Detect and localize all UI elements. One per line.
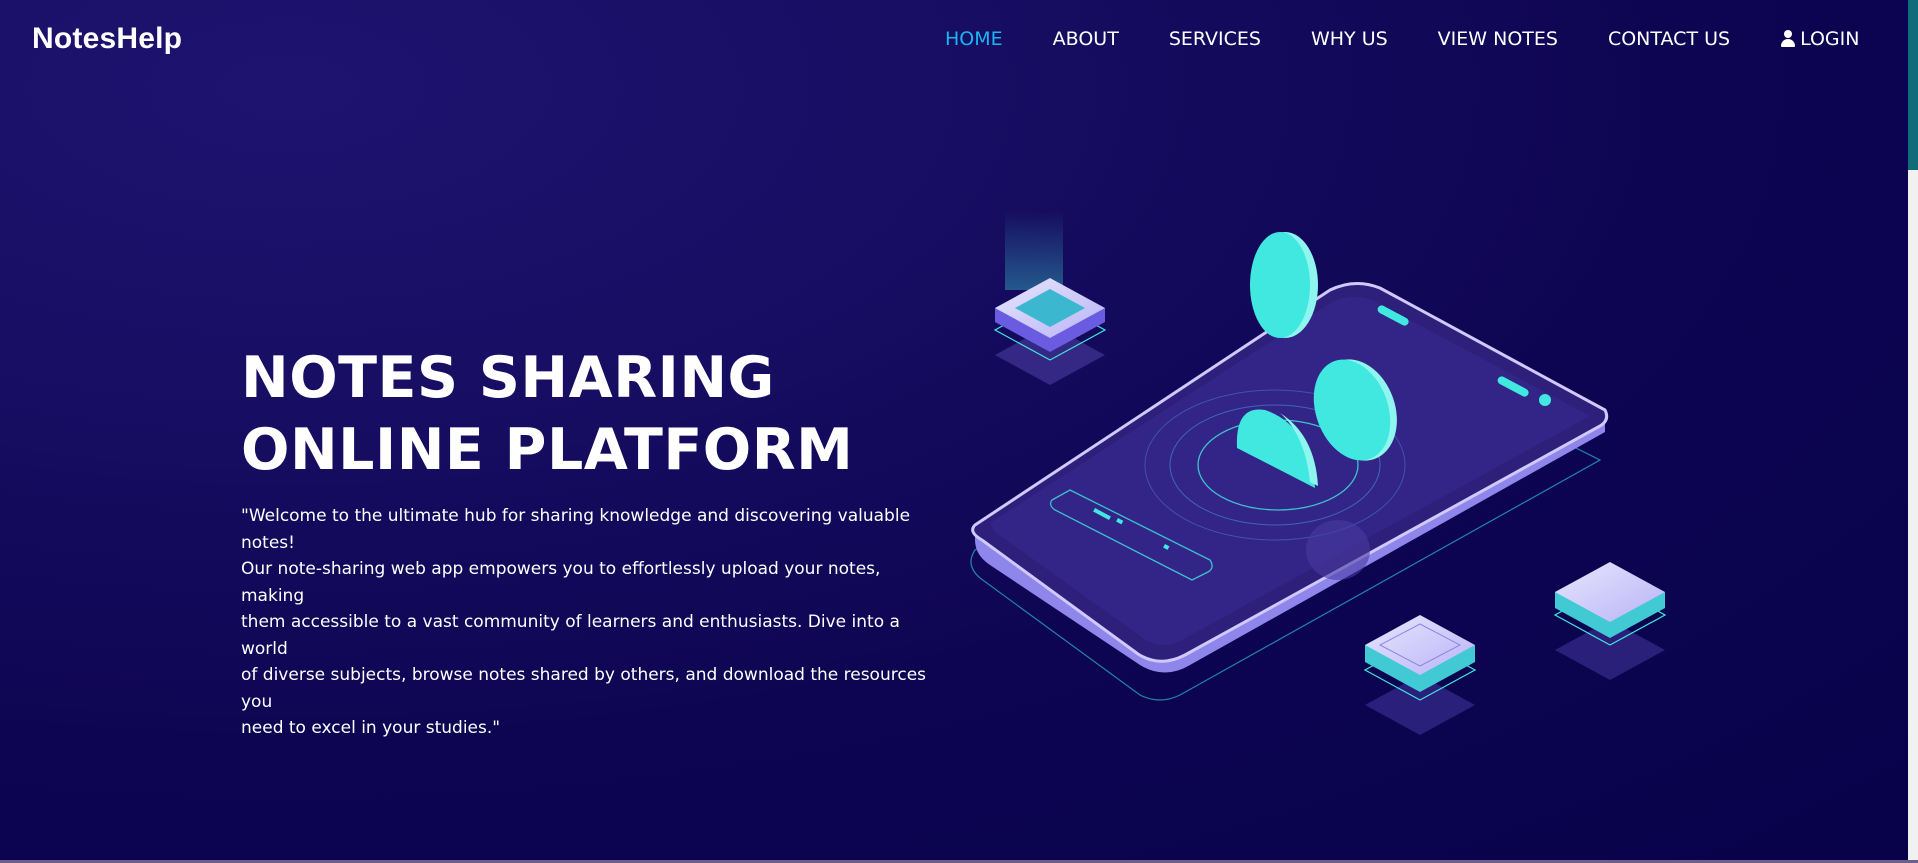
- nav-services[interactable]: SERVICES: [1169, 28, 1261, 50]
- floating-tile-middle: [1363, 615, 1477, 735]
- hero-description: "Welcome to the ultimate hub for sharing…: [241, 503, 941, 742]
- hero-description-line: Our note-sharing web app empowers you to…: [241, 559, 881, 606]
- nav-contact-us[interactable]: CONTACT US: [1608, 28, 1730, 50]
- floating-tile-right: [1553, 562, 1667, 680]
- brand-logo[interactable]: NotesHelp: [32, 22, 182, 56]
- page-scrollbar[interactable]: [1908, 0, 1918, 863]
- nav-about[interactable]: ABOUT: [1053, 28, 1119, 50]
- hero-description-line: need to excel in your studies.": [241, 718, 501, 738]
- hero-title: NOTES SHARING ONLINE PLATFORM: [241, 342, 881, 486]
- nav-why-us[interactable]: WHY US: [1311, 28, 1388, 50]
- page: NotesHelp HOME ABOUT SERVICES WHY US VIE…: [0, 0, 1908, 863]
- phone-indicator-dot: [1539, 394, 1551, 406]
- hero-title-line1: NOTES SHARING: [241, 345, 775, 411]
- coin-top: [1250, 232, 1310, 338]
- nav-login-label: LOGIN: [1800, 28, 1860, 50]
- hero-illustration: [970, 210, 1667, 735]
- light-beam: [1005, 210, 1063, 290]
- coin-shadow: [1306, 520, 1370, 580]
- hero-description-line: them accessible to a vast community of l…: [241, 612, 900, 659]
- main-nav: HOME ABOUT SERVICES WHY US VIEW NOTES CO…: [945, 28, 1859, 50]
- nav-home[interactable]: HOME: [945, 28, 1003, 50]
- user-icon: [1780, 30, 1796, 48]
- nav-view-notes[interactable]: VIEW NOTES: [1438, 28, 1558, 50]
- hero-description-line: "Welcome to the ultimate hub for sharing…: [241, 506, 911, 553]
- floating-tile-left: [993, 278, 1107, 385]
- nav-login[interactable]: LOGIN: [1780, 28, 1859, 50]
- hero-description-line: of diverse subjects, browse notes shared…: [241, 665, 927, 712]
- hero-title-line2: ONLINE PLATFORM: [241, 417, 854, 483]
- scrollbar-thumb[interactable]: [1908, 0, 1918, 170]
